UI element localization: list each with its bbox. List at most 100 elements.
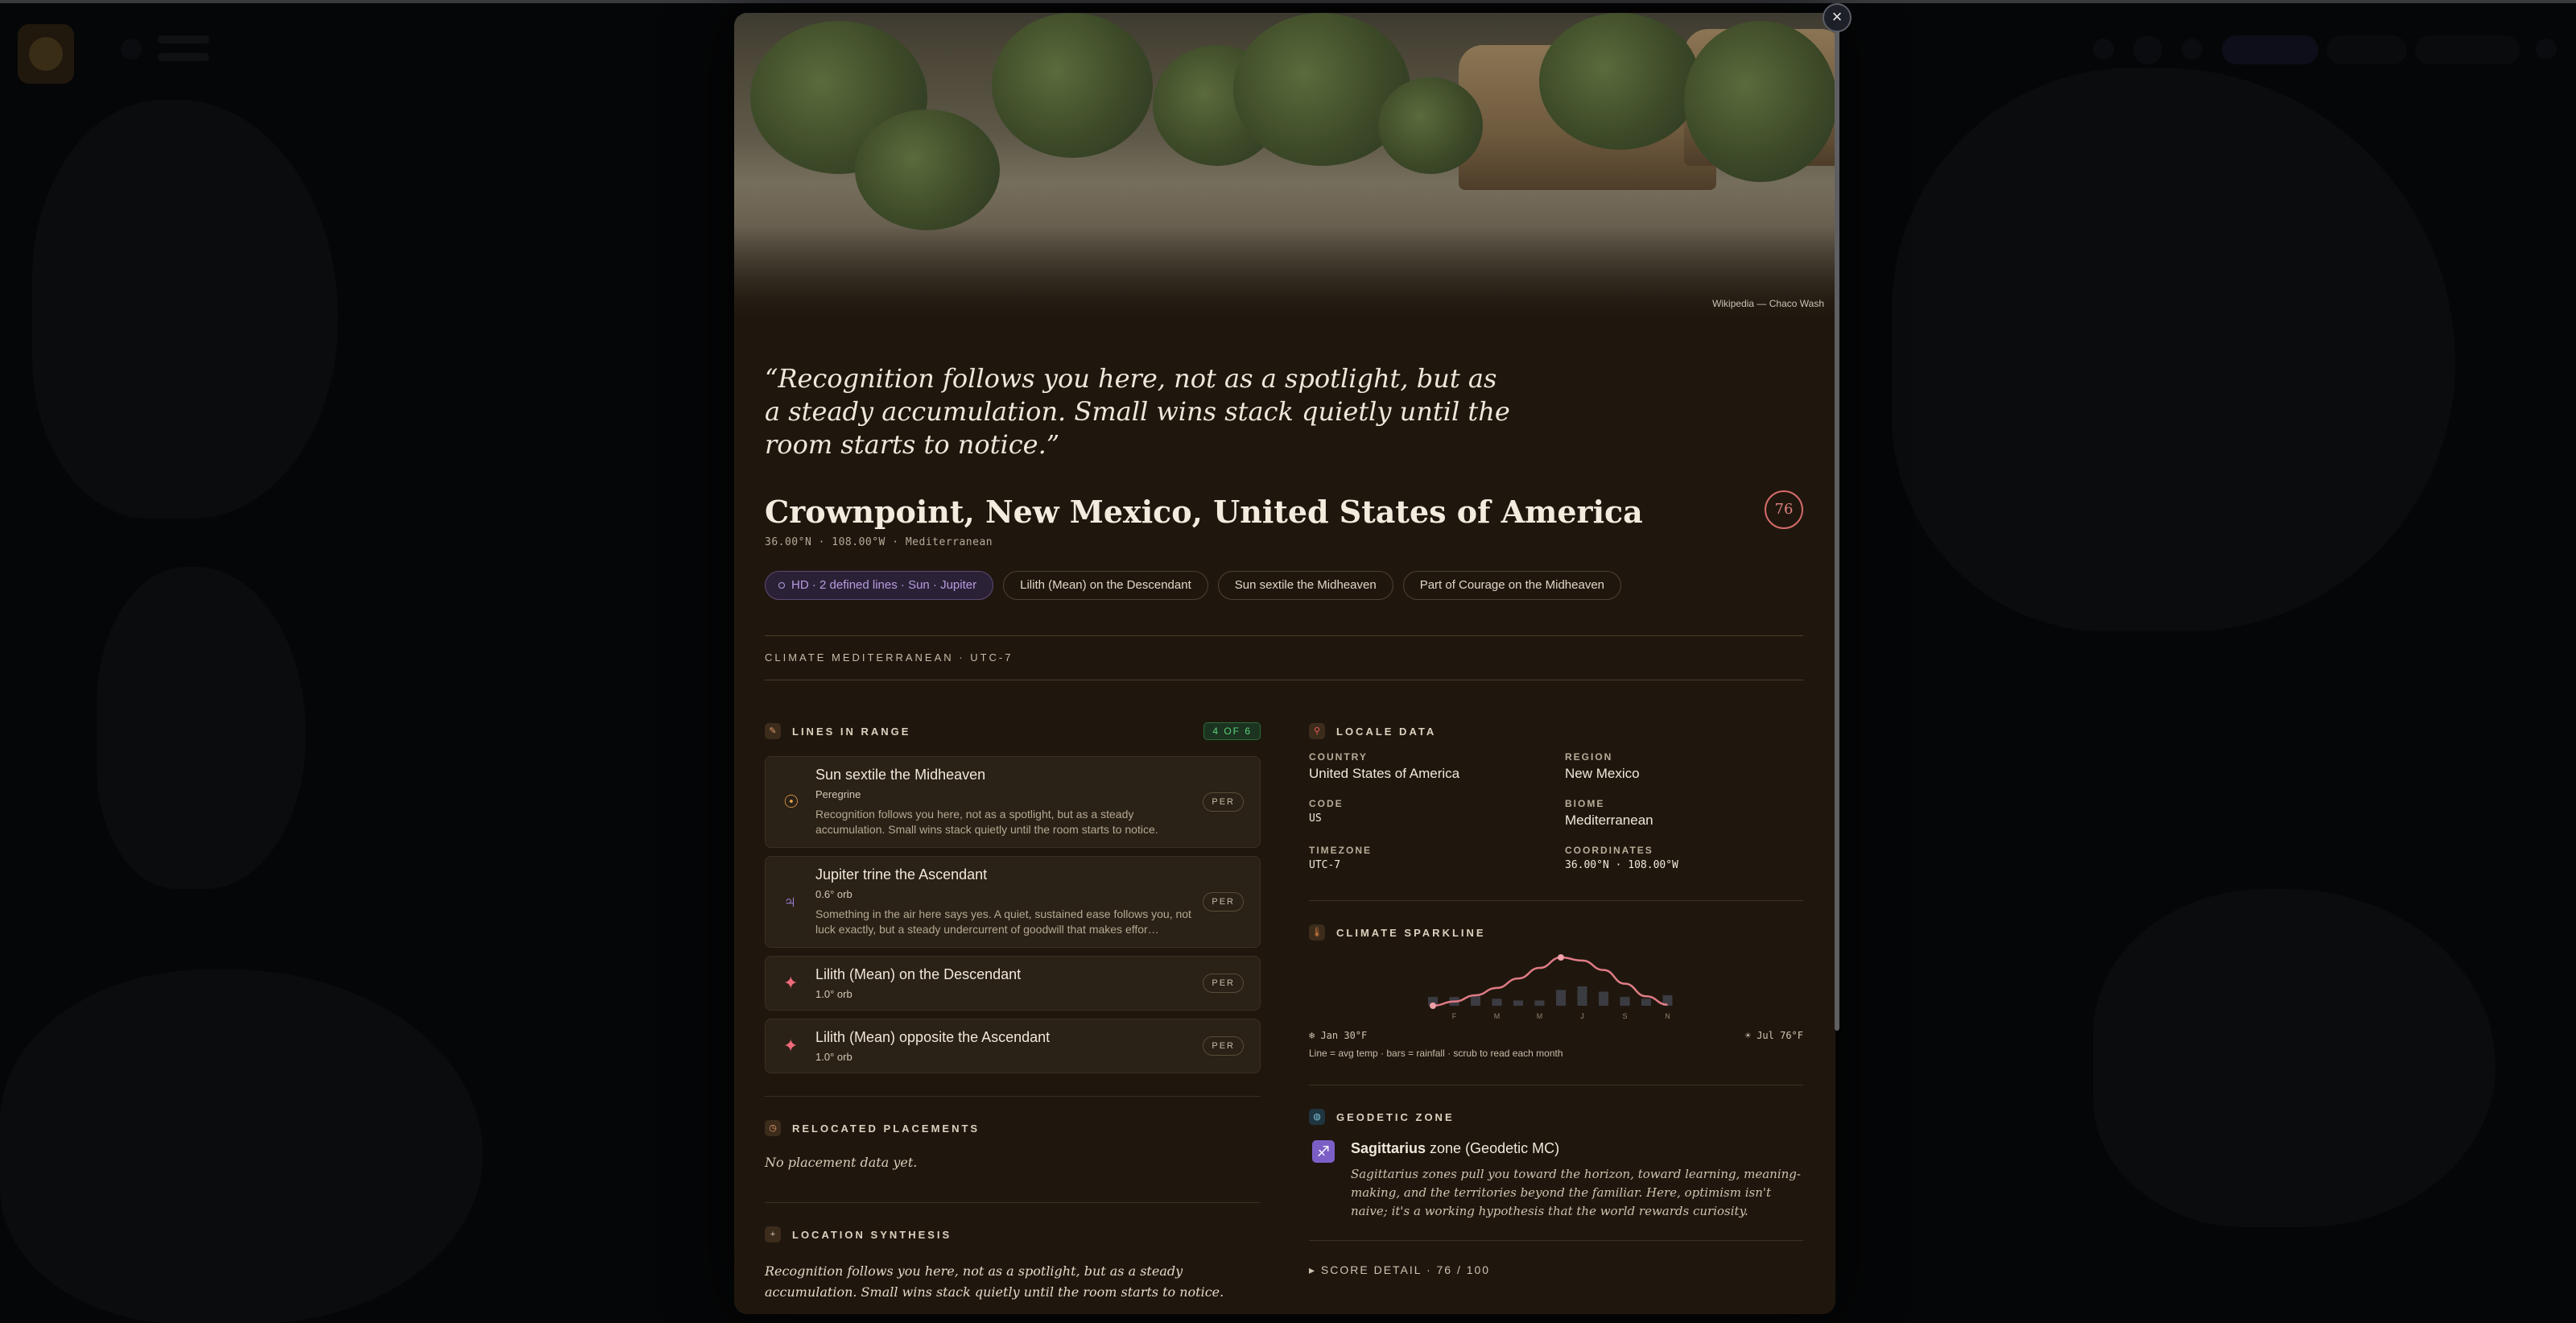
location-detail-modal: Wikipedia — Chaco Wash “Recognition foll… (734, 13, 1835, 1314)
score-detail-toggle[interactable]: ▸ SCORE DETAIL · 76 / 100 (1309, 1263, 1803, 1277)
rainfall-bar[interactable] (1556, 990, 1566, 1006)
field-label: COUNTRY (1309, 751, 1368, 763)
zone-suffix: zone (Geodetic MC) (1426, 1140, 1560, 1156)
chip-label: HD · 2 defined lines · Sun · Jupiter (791, 578, 977, 592)
region-field: REGION New Mexico (1565, 751, 1803, 782)
sparkline-svg[interactable]: FMMJSN (1309, 951, 1803, 1023)
line-card[interactable]: ♃ Jupiter trine the Ascendant 0.6° orb S… (765, 856, 1261, 948)
line-description: Something in the air here says yes. A qu… (815, 907, 1191, 936)
zone-sign: Sagittarius (1351, 1140, 1426, 1156)
temperature-line (1432, 956, 1668, 1007)
line-title: Sun sextile the Midheaven (815, 767, 986, 783)
line-tag: PER (1203, 892, 1244, 912)
line-card[interactable]: ☉ Sun sextile the Midheaven Peregrine Re… (765, 756, 1261, 848)
field-value: US (1309, 812, 1322, 825)
climate-summary: CLIMATE MEDITERRANEAN · UTC-7 (765, 635, 1803, 680)
field-value: 36.00°N · 108.00°W (1565, 859, 1678, 871)
location-quote: “Recognition follows you here, not as a … (765, 363, 1510, 460)
max-temp-point (1558, 954, 1564, 961)
line-card[interactable]: ✦ Lilith (Mean) opposite the Ascendant 1… (765, 1019, 1261, 1073)
page-title: Crownpoint, New Mexico, United States of… (765, 494, 1643, 530)
jupiter-icon: ♃ (783, 891, 797, 912)
line-title: Lilith (Mean) opposite the Ascendant (815, 1029, 1051, 1045)
line-title: Lilith (Mean) on the Descendant (815, 966, 1022, 982)
close-button[interactable]: × (1823, 3, 1852, 32)
chip-human-design[interactable]: HD · 2 defined lines · Sun · Jupiter (765, 571, 994, 600)
month-tick-label: J (1580, 1012, 1584, 1020)
line-subtitle: Peregrine (815, 788, 861, 800)
geodetic-header: ◍ GEODETIC ZONE (1309, 1108, 1803, 1126)
chip-line[interactable]: Part of Courage on the Midheaven (1402, 571, 1622, 600)
climate-sparkline-chart[interactable]: FMMJSN (1309, 951, 1803, 1023)
pin-icon: ⚲ (1309, 723, 1325, 739)
line-title: Jupiter trine the Ascendant (815, 866, 988, 883)
plus-icon: + (765, 1226, 781, 1242)
section-label: LOCATION SYNTHESIS (792, 1228, 952, 1241)
code-field: CODE US (1309, 798, 1565, 829)
section-label: LINES IN RANGE (792, 725, 911, 738)
field-label: REGION (1565, 751, 1613, 763)
hd-dot-icon (778, 582, 785, 589)
field-value: Mediterranean (1565, 812, 1653, 828)
month-tick-label: N (1665, 1012, 1670, 1020)
title-row: Crownpoint, New Mexico, United States of… (765, 490, 1803, 548)
line-subtitle: 1.0° orb (815, 988, 852, 1000)
detail-columns: ✎ LINES IN RANGE 4 OF 6 ☉ Sun sextile th… (765, 722, 1803, 1314)
rainfall-bar[interactable] (1513, 1000, 1523, 1006)
field-label: BIOME (1565, 798, 1605, 809)
locale-grid: COUNTRY United States of America REGION Ne… (1309, 751, 1803, 871)
line-card[interactable]: ✦ Lilith (Mean) on the Descendant 1.0° o… (765, 956, 1261, 1011)
locale-header: ⚲ LOCALE DATA (1309, 722, 1803, 740)
line-chips: HD · 2 defined lines · Sun · Jupiter Lil… (765, 571, 1803, 600)
lilith-icon: ✦ (783, 973, 799, 993)
line-subtitle: 1.0° orb (815, 1051, 852, 1063)
chip-line[interactable]: Lilith (Mean) on the Descendant (1003, 571, 1208, 600)
lines-in-range-header: ✎ LINES IN RANGE 4 OF 6 (765, 722, 1261, 740)
zone-title: Sagittarius zone (Geodetic MC) (1351, 1140, 1803, 1157)
lilith-icon: ✦ (783, 1036, 799, 1056)
line-tag: PER (1203, 1036, 1244, 1056)
photo-tree (1378, 77, 1483, 174)
section-label: LOCALE DATA (1336, 725, 1437, 738)
rainfall-bar[interactable] (1492, 998, 1502, 1006)
country-field: COUNTRY United States of America (1309, 751, 1565, 782)
field-value: New Mexico (1565, 766, 1640, 781)
sagittarius-icon: ♐ (1312, 1140, 1335, 1163)
globe-icon: ◍ (1309, 1109, 1325, 1125)
section-label: CLIMATE SPARKLINE (1336, 926, 1486, 939)
max-temp-label: ☀ Jul 76°F (1744, 1030, 1803, 1041)
geodetic-zone: ♐ Sagittarius zone (Geodetic MC) Sagitta… (1309, 1140, 1803, 1221)
rainfall-bar[interactable] (1620, 997, 1630, 1006)
month-tick-label: F (1452, 1012, 1457, 1020)
line-tag: PER (1203, 974, 1244, 993)
photo-credit[interactable]: Wikipedia — Chaco Wash (1712, 298, 1824, 309)
lines-count-badge: 4 OF 6 (1203, 722, 1261, 740)
modal-scrollbar[interactable] (1835, 16, 1839, 1031)
biome-field: BIOME Mediterranean (1565, 798, 1803, 829)
synthesis-header: + LOCATION SYNTHESIS (765, 1226, 1261, 1243)
photo-tree (1684, 21, 1835, 182)
photo-tree (1539, 13, 1700, 150)
field-value: United States of America (1309, 766, 1460, 781)
synthesis-text: Recognition follows you here, not as a s… (765, 1263, 1224, 1300)
rainfall-bar[interactable] (1471, 994, 1480, 1006)
rainfall-bar[interactable] (1599, 991, 1608, 1006)
month-tick-label: S (1622, 1012, 1627, 1020)
line-description: Recognition follows you here, not as a s… (815, 808, 1158, 836)
field-label: COORDINATES (1565, 845, 1653, 856)
max-temp-value: Jul 76°F (1757, 1030, 1803, 1041)
divider (1309, 900, 1803, 901)
month-tick-label: M (1537, 1012, 1543, 1020)
clock-icon: ◷ (765, 1120, 781, 1136)
photo-tree (992, 13, 1153, 158)
chip-line[interactable]: Sun sextile the Midheaven (1217, 571, 1393, 600)
section-label: GEODETIC ZONE (1336, 1110, 1455, 1123)
thermometer-icon: 🌡 (1309, 924, 1325, 941)
line-subtitle: 0.6° orb (815, 888, 852, 900)
rainfall-bar[interactable] (1534, 1000, 1545, 1006)
min-temp-value: Jan 30°F (1320, 1030, 1368, 1041)
rainfall-bar[interactable] (1641, 998, 1651, 1006)
pencil-icon: ✎ (765, 723, 781, 739)
rainfall-bar[interactable] (1577, 986, 1587, 1006)
right-column: ⚲ LOCALE DATA COUNTRY United States of Am… (1309, 722, 1803, 1277)
